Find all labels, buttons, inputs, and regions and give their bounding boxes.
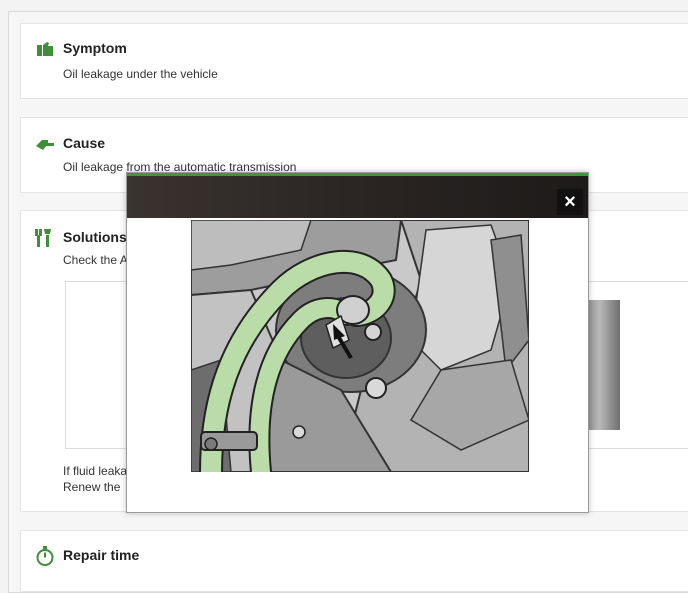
symptom-title: Symptom — [63, 40, 127, 56]
transmission-illustration — [191, 220, 529, 472]
cause-title: Cause — [63, 135, 106, 151]
repair-time-title: Repair time — [63, 547, 140, 563]
modal-header: × — [127, 176, 588, 218]
repair-time-card: Repair time — [20, 530, 688, 592]
solutions-line1: If fluid leaka — [63, 464, 128, 478]
symptom-text: Oil leakage under the vehicle — [63, 67, 218, 81]
close-icon[interactable]: × — [557, 189, 583, 215]
solutions-title: Solutions — [63, 229, 127, 245]
symptom-card: Symptom Oil leakage under the vehicle — [20, 23, 688, 99]
solutions-line2: Renew the — [63, 480, 121, 494]
solution-image-thumbnail — [586, 300, 620, 430]
stopwatch-icon — [36, 546, 54, 566]
thumbs-down-icon — [37, 42, 53, 56]
solutions-text: Check the A — [63, 253, 128, 267]
pointing-hand-icon — [36, 140, 54, 150]
tools-icon — [35, 229, 51, 247]
image-modal: × — [126, 172, 589, 513]
